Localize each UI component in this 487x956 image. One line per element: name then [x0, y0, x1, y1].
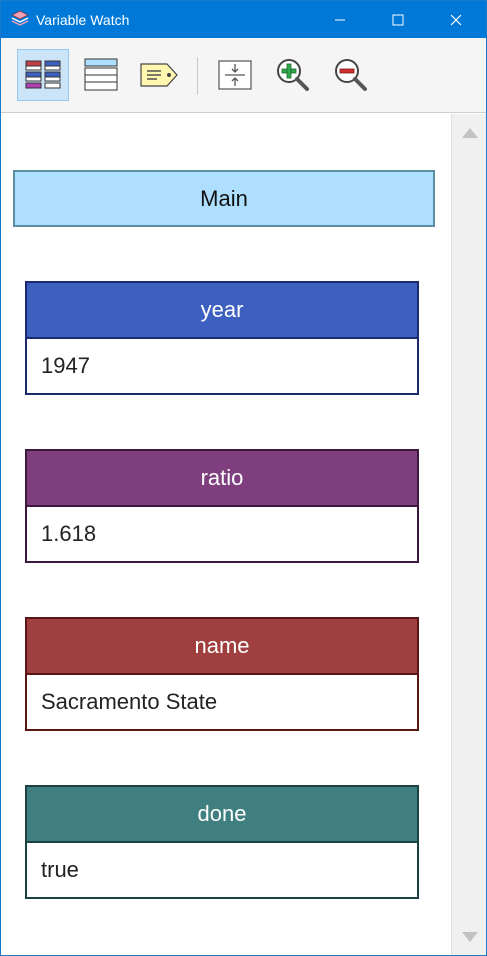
- tag-button[interactable]: [133, 49, 185, 101]
- variable-value: true: [41, 857, 79, 882]
- variable-watch-window: Variable Watch Main year 1947 ratio 1.61…: [0, 0, 487, 956]
- variable-name: done: [27, 787, 417, 843]
- frame-view-button[interactable]: [17, 49, 69, 101]
- title-bar[interactable]: Variable Watch: [1, 1, 486, 38]
- variable-value: 1947: [41, 353, 90, 378]
- variable-name: year: [27, 283, 417, 339]
- zoom-out-icon: [335, 59, 367, 91]
- maximize-icon: [392, 14, 404, 25]
- variable-name: ratio: [27, 451, 417, 507]
- tag-icon: [140, 63, 178, 87]
- close-icon: [450, 14, 462, 25]
- zoom-out-button[interactable]: [325, 49, 377, 101]
- variable-card-done: done true: [25, 785, 419, 899]
- maximize-button[interactable]: [369, 1, 427, 38]
- app-icon: [11, 10, 29, 28]
- variable-card-name: name Sacramento State: [25, 617, 419, 731]
- fit-height-icon: [218, 60, 252, 90]
- toolbar: [1, 38, 486, 113]
- toolbar-separator: [197, 57, 198, 95]
- frame-main: Main: [13, 170, 435, 227]
- minimize-button[interactable]: [311, 1, 369, 38]
- close-button[interactable]: [427, 1, 485, 38]
- variable-card-year: year 1947: [25, 281, 419, 395]
- window-title: Variable Watch: [36, 12, 130, 28]
- variable-name: name: [27, 619, 417, 675]
- frame-label: Main: [200, 185, 248, 211]
- minimize-icon: [335, 19, 345, 20]
- vertical-scrollbar[interactable]: [451, 114, 486, 955]
- fit-height-button[interactable]: [209, 49, 261, 101]
- zoom-in-button[interactable]: [267, 49, 319, 101]
- variable-card-ratio: ratio 1.618: [25, 449, 419, 563]
- variable-value: Sacramento State: [41, 689, 218, 714]
- zoom-in-icon: [277, 59, 309, 91]
- watch-canvas: Main year 1947 ratio 1.618 name Sacramen…: [1, 114, 451, 955]
- list-view-icon: [84, 58, 118, 91]
- list-view-button[interactable]: [75, 49, 127, 101]
- scroll-down-icon[interactable]: [461, 931, 479, 950]
- variable-value: 1.618: [41, 521, 97, 546]
- frame-view-icon: [25, 60, 61, 89]
- scroll-up-icon[interactable]: [461, 125, 479, 144]
